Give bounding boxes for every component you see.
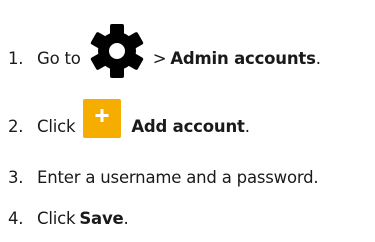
gear-icon (87, 24, 147, 78)
step-2: 2. Click Add account . (8, 98, 250, 141)
step-number: 2. (8, 116, 24, 136)
breadcrumb-separator: > (152, 48, 167, 68)
step-suffix: . (123, 208, 129, 228)
step-number: 3. (8, 167, 24, 187)
step-1: 1. Go to > Admin accounts . (8, 24, 321, 78)
plus-icon (83, 98, 122, 138)
step-suffix: . (315, 48, 321, 68)
step-text: Enter a username and a password. (37, 167, 319, 187)
step-text: Click (37, 208, 76, 228)
menu-target-add-account: Add account (131, 116, 245, 136)
step-text: Go to (37, 48, 81, 68)
step-number: 4. (8, 208, 24, 228)
step-suffix: . (244, 116, 250, 136)
menu-target-save: Save (79, 208, 124, 228)
menu-target-admin-accounts: Admin accounts (170, 48, 316, 68)
step-4: 4. Click Save . (8, 203, 129, 233)
step-number: 1. (8, 48, 24, 68)
step-text: Click (37, 116, 76, 136)
step-3: 3. Enter a username and a password. (8, 162, 319, 192)
